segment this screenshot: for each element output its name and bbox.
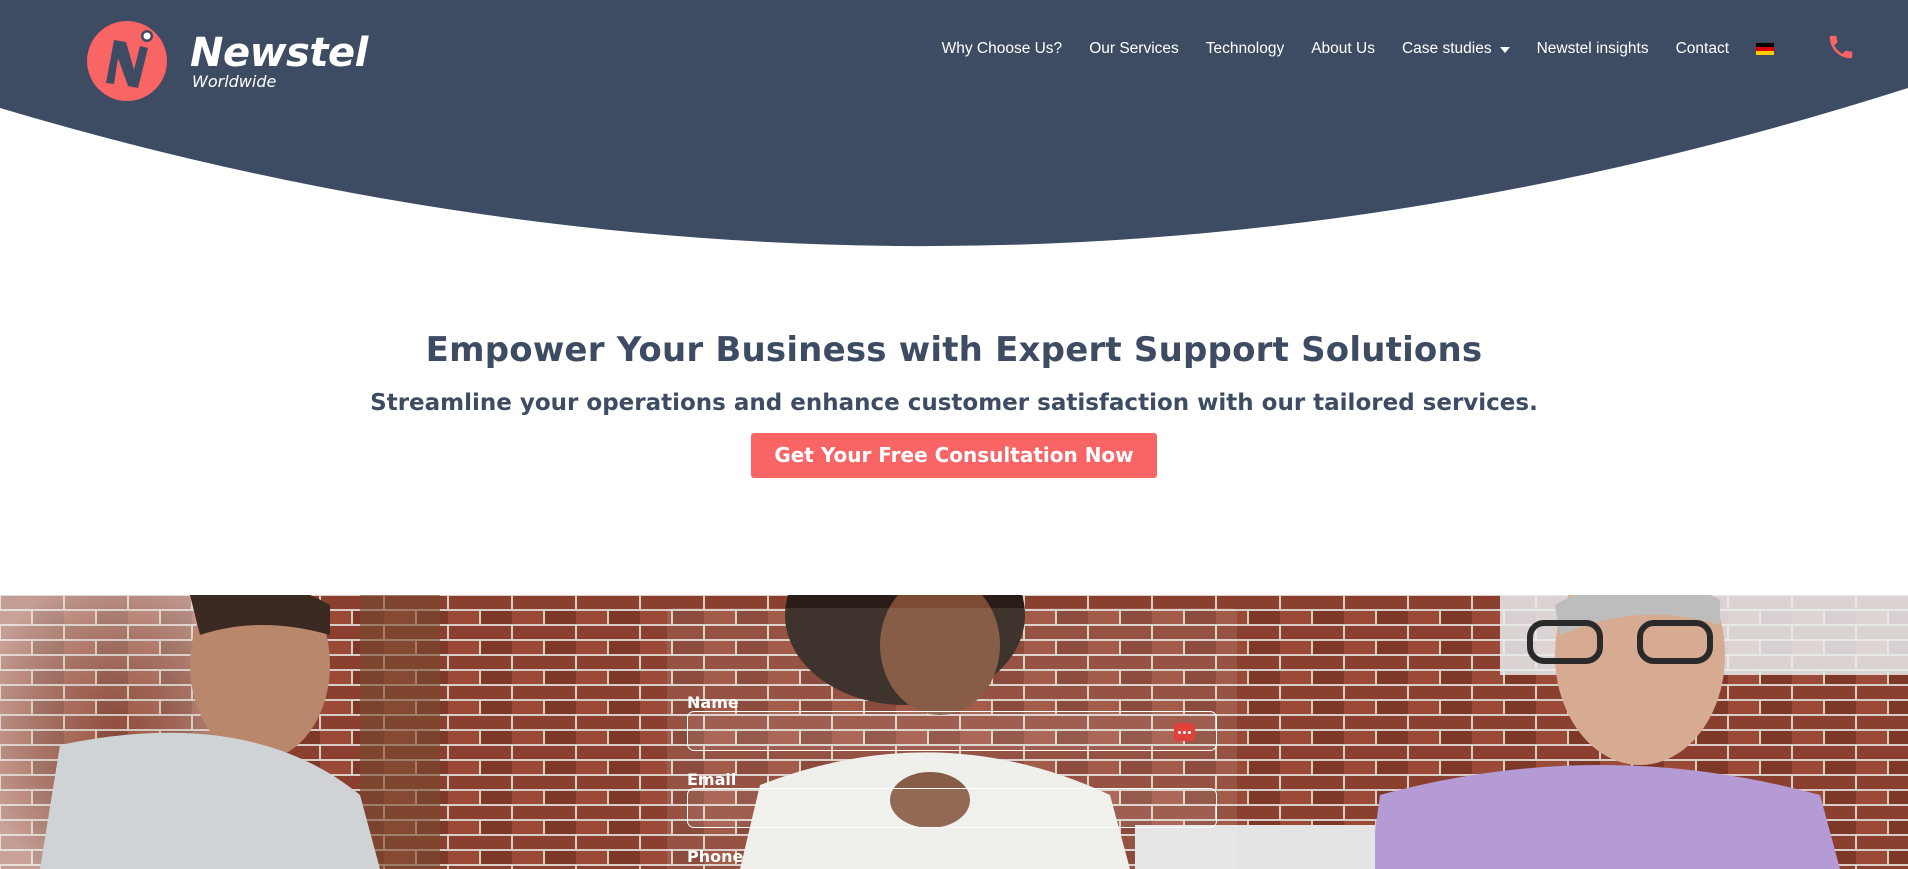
phone-label: Phone xyxy=(687,847,744,866)
logo-name: Newstel xyxy=(190,29,368,76)
nav-newstel-insights[interactable]: Newstel insights xyxy=(1537,40,1649,58)
free-consultation-button[interactable]: Get Your Free Consultation Now xyxy=(751,433,1157,478)
phone-icon[interactable] xyxy=(1826,32,1856,62)
logo-subtitle: Worldwide xyxy=(192,71,277,91)
intro-section: Empower Your Business with Expert Suppor… xyxy=(0,330,1908,478)
page-subtitle: Streamline your operations and enhance c… xyxy=(370,390,1538,416)
name-field[interactable] xyxy=(687,711,1217,751)
nav-contact[interactable]: Contact xyxy=(1676,40,1729,58)
chevron-down-icon xyxy=(1499,47,1510,53)
nav-why-choose-us[interactable]: Why Choose Us? xyxy=(942,40,1063,58)
email-label: Email xyxy=(687,770,737,789)
name-label: Name xyxy=(687,693,739,712)
nav-about-us[interactable]: About Us xyxy=(1311,40,1375,58)
email-field[interactable] xyxy=(687,788,1217,828)
logo[interactable]: Newstel Worldwide xyxy=(86,20,368,102)
logo-mark-icon xyxy=(87,21,167,101)
germany-flag-icon[interactable] xyxy=(1756,43,1774,55)
password-manager-icon[interactable] xyxy=(1174,723,1195,741)
nav-our-services[interactable]: Our Services xyxy=(1089,40,1179,58)
page-title: Empower Your Business with Expert Suppor… xyxy=(425,330,1483,370)
nav-case-studies[interactable]: Case studies xyxy=(1402,40,1510,58)
main-nav: Why Choose Us? Our Services Technology A… xyxy=(942,40,1774,58)
nav-technology[interactable]: Technology xyxy=(1206,40,1284,58)
